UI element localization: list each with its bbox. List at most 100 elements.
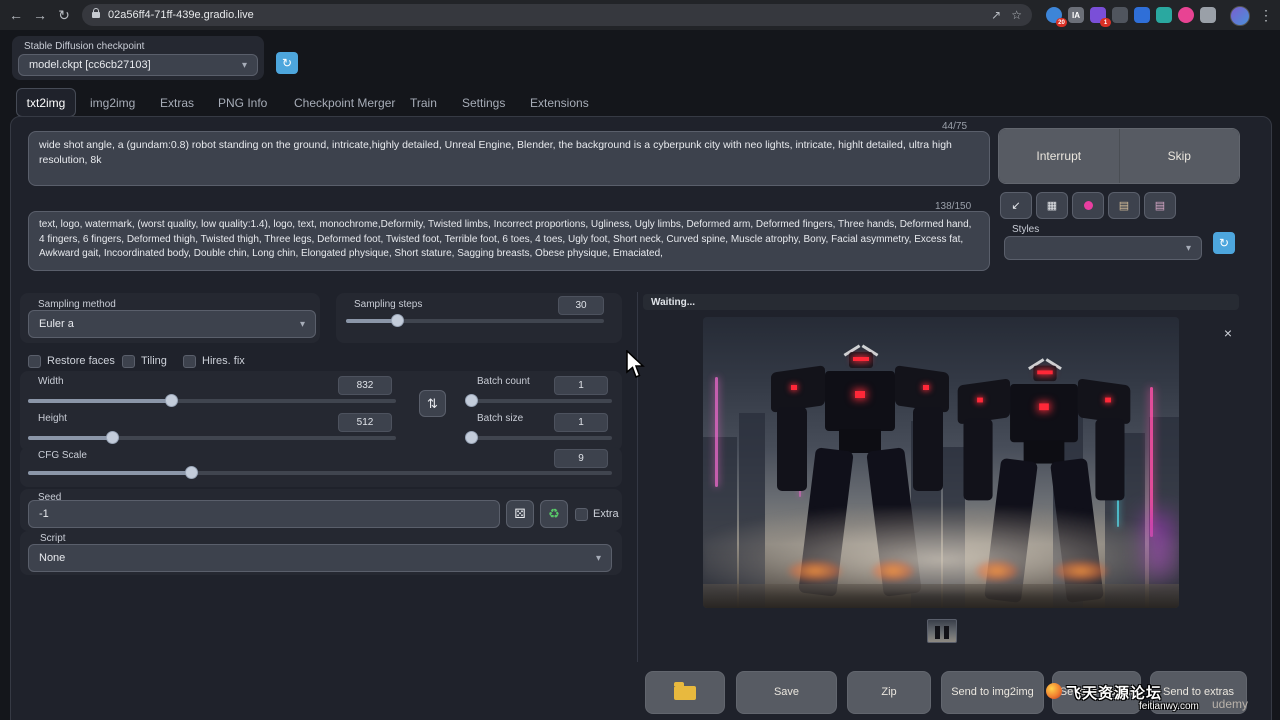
extension-icon-4[interactable]: [1112, 7, 1128, 23]
send-to-img2img-button[interactable]: Send to img2img: [941, 671, 1044, 714]
lock-icon: [92, 12, 100, 18]
sampling-method-dropdown[interactable]: Euler a ▾: [28, 310, 316, 338]
generation-controls: Interrupt Skip: [998, 128, 1240, 184]
hires-fix-checkbox[interactable]: [183, 355, 196, 368]
chevron-down-icon: ▾: [300, 319, 305, 330]
refresh-icon: ↻: [1219, 236, 1229, 250]
address-bar[interactable]: 02a56ff4-71ff-439e.gradio.live ↗ ☆: [82, 4, 1032, 26]
style-select-button[interactable]: [1072, 192, 1104, 219]
sampling-method-label: Sampling method: [38, 299, 116, 310]
seed-extra-checkbox[interactable]: [575, 508, 588, 521]
extension-badge: 1: [1100, 18, 1111, 27]
seed-input[interactable]: -1: [28, 500, 500, 528]
height-value[interactable]: 512: [338, 413, 392, 432]
refresh-icon: ↻: [282, 56, 292, 70]
tab-extensions[interactable]: Extensions: [530, 96, 589, 110]
sampling-steps-slider[interactable]: [346, 319, 604, 323]
interrupt-button[interactable]: Interrupt: [999, 129, 1119, 183]
tab-train[interactable]: Train: [410, 96, 437, 110]
bookmark-star-icon[interactable]: ☆: [1011, 8, 1022, 22]
watermark-text: 飞天资源论坛: [1066, 682, 1162, 703]
cfg-scale-slider[interactable]: [28, 471, 612, 475]
browser-toolbar: ← → ↻ 02a56ff4-71ff-439e.gradio.live ↗ ☆…: [0, 0, 1280, 30]
reuse-seed-button[interactable]: ♻: [540, 500, 568, 528]
url-text[interactable]: 02a56ff4-71ff-439e.gradio.live: [108, 9, 981, 21]
save-style-button[interactable]: ▤: [1144, 192, 1176, 219]
profile-avatar[interactable]: [1230, 6, 1250, 26]
batch-count-label: Batch count: [477, 376, 530, 387]
negative-prompt-textarea[interactable]: text, logo, watermark, (worst quality, l…: [28, 211, 990, 271]
height-label: Height: [38, 413, 67, 424]
extension-icon-2[interactable]: IA: [1068, 7, 1084, 23]
tab-png-info[interactable]: PNG Info: [218, 96, 267, 110]
extensions-puzzle-icon[interactable]: [1200, 7, 1216, 23]
batch-size-label: Batch size: [477, 413, 523, 424]
height-slider[interactable]: [28, 436, 396, 440]
chevron-down-icon: ▾: [596, 553, 601, 564]
paste-params-button[interactable]: ↙: [1000, 192, 1032, 219]
tab-extras[interactable]: Extras: [160, 96, 194, 110]
random-seed-button[interactable]: ⚄: [506, 500, 534, 528]
swap-dimensions-button[interactable]: ⇅: [419, 390, 446, 417]
fire-glow: [787, 560, 843, 582]
forward-icon[interactable]: →: [28, 7, 52, 23]
width-slider[interactable]: [28, 399, 396, 403]
extension-icon-1[interactable]: 20: [1046, 7, 1062, 23]
styles-dropdown[interactable]: ▾: [1004, 236, 1202, 260]
cfg-block: [20, 447, 622, 487]
save-style-icon: ▤: [1155, 199, 1165, 212]
tab-checkpoint-merger[interactable]: Checkpoint Merger: [294, 96, 395, 110]
batch-count-value[interactable]: 1: [554, 376, 608, 395]
zip-button[interactable]: Zip: [847, 671, 931, 714]
tab-settings[interactable]: Settings: [462, 96, 505, 110]
card-icon: ▤: [1119, 199, 1129, 212]
gallery-thumbnail[interactable]: [927, 619, 957, 643]
width-value[interactable]: 832: [338, 376, 392, 395]
neon-light: [715, 377, 718, 487]
restore-faces-checkbox[interactable]: [28, 355, 41, 368]
tab-img2img[interactable]: img2img: [90, 96, 135, 110]
tab-txt2img[interactable]: txt2img: [16, 88, 76, 117]
back-icon[interactable]: ←: [4, 7, 28, 23]
batch-size-slider[interactable]: [466, 436, 612, 440]
extension-icon-7[interactable]: [1178, 7, 1194, 23]
stable-diffusion-webui: ← → ↻ 02a56ff4-71ff-439e.gradio.live ↗ ☆…: [0, 0, 1280, 720]
apply-style-button[interactable]: ▤: [1108, 192, 1140, 219]
extension-icon-5[interactable]: [1134, 7, 1150, 23]
open-folder-button[interactable]: [645, 671, 725, 714]
extra-networks-button[interactable]: ▦: [1036, 192, 1068, 219]
dice-icon: ⚄: [514, 506, 525, 522]
extension-badge: 20: [1056, 18, 1067, 27]
close-image-icon[interactable]: ×: [1219, 324, 1237, 342]
width-label: Width: [38, 376, 64, 387]
batch-size-value[interactable]: 1: [554, 413, 608, 432]
tiling-checkbox[interactable]: [122, 355, 135, 368]
checkpoint-value: model.ckpt [cc6cb27103]: [29, 59, 151, 71]
cfg-scale-value[interactable]: 9: [554, 449, 608, 468]
prompt-textarea[interactable]: wide shot angle, a (gundam:0.8) robot st…: [28, 131, 990, 186]
reload-icon[interactable]: ↻: [52, 7, 76, 24]
styles-label: Styles: [1012, 224, 1039, 235]
batch-count-slider[interactable]: [466, 399, 612, 403]
refresh-checkpoint-button[interactable]: ↻: [276, 52, 298, 74]
skip-button[interactable]: Skip: [1119, 129, 1240, 183]
chevron-down-icon: ▾: [242, 60, 247, 71]
browser-menu-icon[interactable]: ⋮: [1254, 7, 1278, 24]
mouse-cursor: [626, 350, 648, 380]
sampling-steps-value[interactable]: 30: [558, 296, 604, 315]
extension-icon-3[interactable]: 1: [1090, 7, 1106, 23]
generated-image[interactable]: [703, 317, 1179, 608]
save-button[interactable]: Save: [736, 671, 837, 714]
script-value: None: [39, 552, 65, 564]
watermark-logo: [1046, 683, 1062, 699]
tiling-label: Tiling: [141, 355, 167, 367]
extension-icon-6[interactable]: [1156, 7, 1172, 23]
styles-refresh-button[interactable]: ↻: [1213, 232, 1235, 254]
sampling-steps-label: Sampling steps: [354, 299, 422, 310]
extension-label: IA: [1072, 11, 1080, 20]
script-dropdown[interactable]: None ▾: [28, 544, 612, 572]
seed-extra-label: Extra: [593, 508, 619, 520]
checkpoint-dropdown[interactable]: model.ckpt [cc6cb27103] ▾: [18, 54, 258, 76]
ground-shadow: [703, 584, 1179, 608]
share-icon[interactable]: ↗: [991, 8, 1001, 22]
